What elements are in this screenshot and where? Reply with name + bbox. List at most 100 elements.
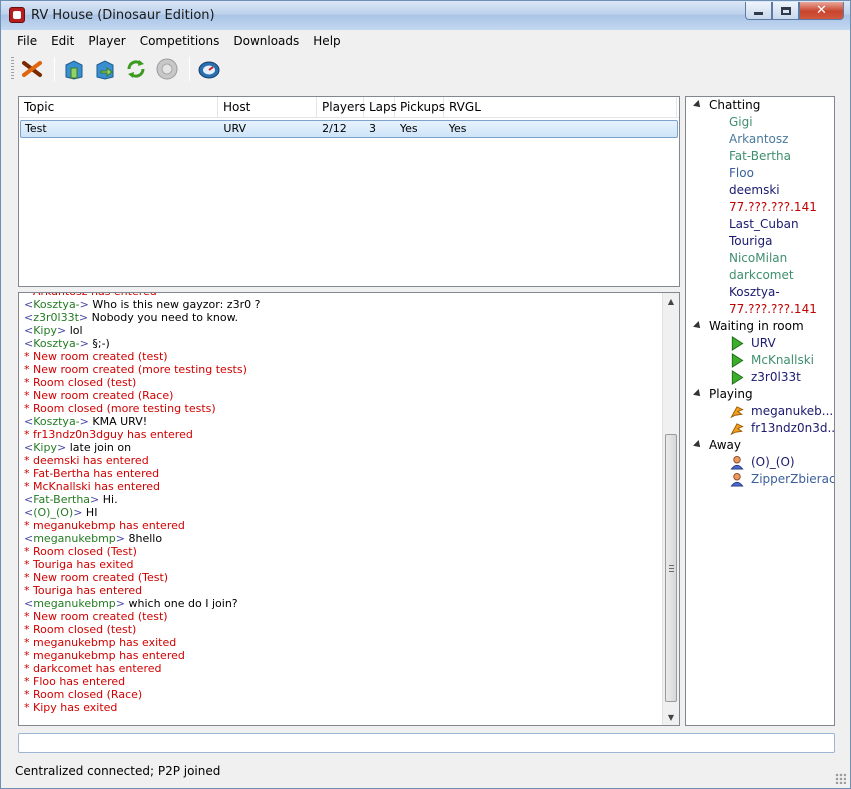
disconnect-button[interactable] bbox=[18, 55, 46, 83]
chat-nick[interactable]: Kosztya- bbox=[33, 415, 79, 428]
user-group-waiting[interactable]: Waiting in room bbox=[686, 318, 834, 335]
chat-text: which one do I join? bbox=[128, 597, 238, 610]
column-players[interactable]: Players bbox=[317, 97, 366, 118]
racing-flag-icon bbox=[730, 406, 744, 419]
chat-line: * New room created (Test) bbox=[24, 571, 664, 584]
menu-competitions[interactable]: Competitions bbox=[132, 31, 226, 51]
user-item[interactable]: Kosztya- bbox=[686, 284, 834, 301]
chat-line: <meganukebmp> which one do I join? bbox=[24, 597, 664, 610]
expand-triangle-icon[interactable] bbox=[693, 440, 703, 450]
chat-line: * Touriga has entered bbox=[24, 584, 664, 597]
host-room-button[interactable] bbox=[60, 55, 88, 83]
user-item[interactable]: 77.???.???.141 bbox=[686, 199, 834, 216]
user-item[interactable]: deemski bbox=[686, 182, 834, 199]
toolbar-grip[interactable] bbox=[11, 57, 14, 81]
chat-log[interactable]: * Arkantosz has entered<Kosztya-> Who is… bbox=[18, 292, 680, 726]
user-item[interactable]: fr13ndz0n3d... bbox=[686, 420, 834, 437]
user-group-away[interactable]: Away bbox=[686, 437, 834, 454]
expand-triangle-icon[interactable] bbox=[693, 389, 703, 399]
room-list-header: Topic Host Players Laps Pickups RVGL bbox=[19, 97, 679, 118]
app-icon[interactable] bbox=[9, 7, 25, 23]
user-item[interactable]: Last_Cuban bbox=[686, 216, 834, 233]
user-groups: Chatting Gigi Arkantosz Fat-Bertha Floo deems… bbox=[686, 97, 834, 488]
toolbar-separator bbox=[189, 57, 190, 81]
user-item[interactable]: ZipperZbieracz bbox=[686, 471, 834, 488]
chat-scrollbar[interactable]: ▲ ▼ bbox=[662, 293, 679, 725]
chat-nick[interactable]: (O)_(O) bbox=[33, 506, 73, 519]
column-topic[interactable]: Topic bbox=[19, 97, 218, 118]
chat-line: * New room created (more testing tests) bbox=[24, 363, 664, 376]
menu-edit[interactable]: Edit bbox=[43, 31, 80, 51]
system-message: * New room created (test) bbox=[24, 610, 168, 623]
chat-nick[interactable]: Kosztya- bbox=[33, 337, 79, 350]
system-message: * New room created (more testing tests) bbox=[24, 363, 247, 376]
user-item[interactable]: McKnallski bbox=[686, 352, 834, 369]
chat-text: Who is this new gayzor: z3r0 ? bbox=[92, 298, 261, 311]
title-bar[interactable]: RV House (Dinosaur Edition) ✕ bbox=[1, 1, 850, 30]
user-item[interactable]: URV bbox=[686, 335, 834, 352]
chat-nick[interactable]: meganukebmp bbox=[33, 597, 116, 610]
scroll-thumb[interactable] bbox=[665, 434, 677, 702]
user-item[interactable]: Touriga bbox=[686, 233, 834, 250]
toolbar-separator bbox=[54, 57, 55, 81]
menu-file[interactable]: File bbox=[9, 31, 43, 51]
nick-bracket: < bbox=[24, 298, 34, 311]
user-item[interactable]: meganukeb... bbox=[686, 403, 834, 420]
chat-nick[interactable]: Kipy bbox=[33, 324, 57, 337]
join-room-button[interactable] bbox=[91, 55, 119, 83]
maximize-button[interactable] bbox=[772, 2, 799, 20]
speedometer-button[interactable] bbox=[195, 55, 223, 83]
chat-text: late join on bbox=[69, 441, 132, 454]
refresh-button[interactable] bbox=[122, 55, 150, 83]
system-message: * McKnallski has entered bbox=[24, 480, 161, 493]
resize-grip-icon[interactable] bbox=[835, 773, 846, 784]
user-item[interactable]: (O)_(O) bbox=[686, 454, 834, 471]
user-name: fr13ndz0n3d... bbox=[751, 421, 834, 435]
chat-nick[interactable]: Kosztya- bbox=[33, 298, 79, 311]
user-list: Chatting Gigi Arkantosz Fat-Bertha Floo deems… bbox=[685, 96, 835, 726]
system-message: * New room created (test) bbox=[24, 350, 168, 363]
chat-input[interactable] bbox=[18, 733, 835, 753]
chat-line: * meganukebmp has entered bbox=[24, 649, 664, 662]
column-laps[interactable]: Laps bbox=[364, 97, 397, 118]
user-group-chatting[interactable]: Chatting bbox=[686, 97, 834, 114]
nick-bracket: > bbox=[115, 532, 129, 545]
user-item[interactable]: z3r0l33t bbox=[686, 369, 834, 386]
minimize-icon bbox=[754, 12, 763, 15]
menu-help[interactable]: Help bbox=[305, 31, 346, 51]
user-item[interactable]: NicoMilan bbox=[686, 250, 834, 267]
disabled-button[interactable] bbox=[153, 55, 181, 83]
expand-triangle-icon[interactable] bbox=[693, 321, 703, 331]
menu-player[interactable]: Player bbox=[80, 31, 131, 51]
chat-line: <Kipy> late join on bbox=[24, 441, 664, 454]
scroll-up-icon[interactable]: ▲ bbox=[663, 293, 679, 309]
close-button[interactable]: ✕ bbox=[799, 2, 844, 20]
chat-nick[interactable]: z3r0l33t bbox=[33, 311, 79, 324]
chat-line: <Kosztya-> KMA URV! bbox=[24, 415, 664, 428]
column-rvgl[interactable]: RVGL bbox=[444, 97, 677, 118]
user-item[interactable]: Gigi bbox=[686, 114, 834, 131]
disabled-disc-icon bbox=[156, 58, 178, 80]
user-name: ZipperZbieracz bbox=[751, 472, 834, 486]
nick-bracket: > bbox=[90, 493, 103, 506]
minimize-button[interactable] bbox=[745, 2, 772, 20]
expand-triangle-icon[interactable] bbox=[693, 100, 703, 110]
user-item[interactable]: Arkantosz bbox=[686, 131, 834, 148]
chat-nick[interactable]: meganukebmp bbox=[33, 532, 116, 545]
menu-downloads[interactable]: Downloads bbox=[225, 31, 305, 51]
column-host[interactable]: Host bbox=[218, 97, 317, 118]
table-row[interactable]: Test URV 2/12 3 Yes Yes bbox=[20, 120, 678, 138]
chat-line: * fr13ndz0n3dguy has entered bbox=[24, 428, 664, 441]
user-item[interactable]: Floo bbox=[686, 165, 834, 182]
user-group-playing[interactable]: Playing bbox=[686, 386, 834, 403]
user-item[interactable]: darkcomet bbox=[686, 267, 834, 284]
scroll-down-icon[interactable]: ▼ bbox=[663, 709, 679, 725]
user-item[interactable]: 77.???.???.141 bbox=[686, 301, 834, 318]
chat-nick[interactable]: Kipy bbox=[33, 441, 57, 454]
chat-line: * Room closed (Race) bbox=[24, 688, 664, 701]
room-rvgl: Yes bbox=[448, 122, 467, 135]
chat-nick[interactable]: Fat-Bertha bbox=[33, 493, 90, 506]
column-pickups[interactable]: Pickups bbox=[395, 97, 445, 118]
away-user-icon bbox=[730, 472, 744, 487]
user-item[interactable]: Fat-Bertha bbox=[686, 148, 834, 165]
